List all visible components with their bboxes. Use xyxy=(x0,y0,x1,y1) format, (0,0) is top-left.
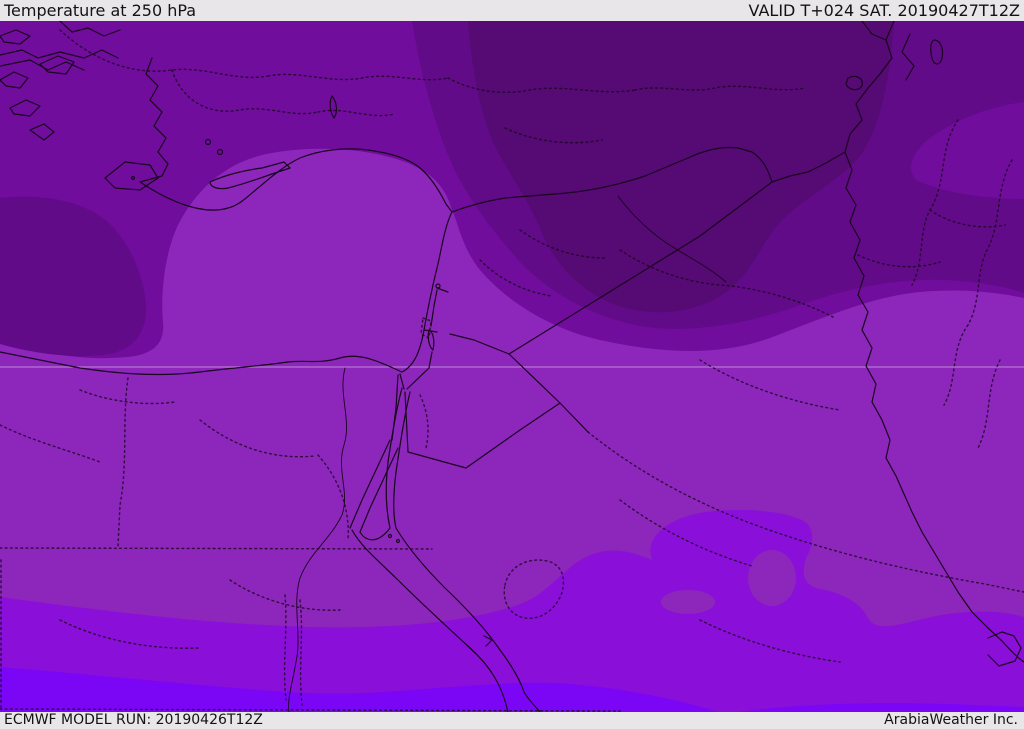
weather-map xyxy=(0,21,1024,712)
temperature-map-svg xyxy=(0,21,1024,712)
map-title: Temperature at 250 hPa xyxy=(4,1,197,20)
band-middle-island-2 xyxy=(661,590,715,614)
header-bar: Temperature at 250 hPa VALID T+024 SAT. … xyxy=(0,0,1024,21)
model-run-label: ECMWF MODEL RUN: 20190426T12Z xyxy=(4,712,263,728)
brand-label: ArabiaWeather Inc. xyxy=(884,712,1018,728)
footer-bar: ECMWF MODEL RUN: 20190426T12Z ArabiaWeat… xyxy=(0,712,1024,729)
band-middle-island-1 xyxy=(748,550,796,606)
valid-time-label: VALID T+024 SAT. 20190427T12Z xyxy=(748,1,1020,20)
